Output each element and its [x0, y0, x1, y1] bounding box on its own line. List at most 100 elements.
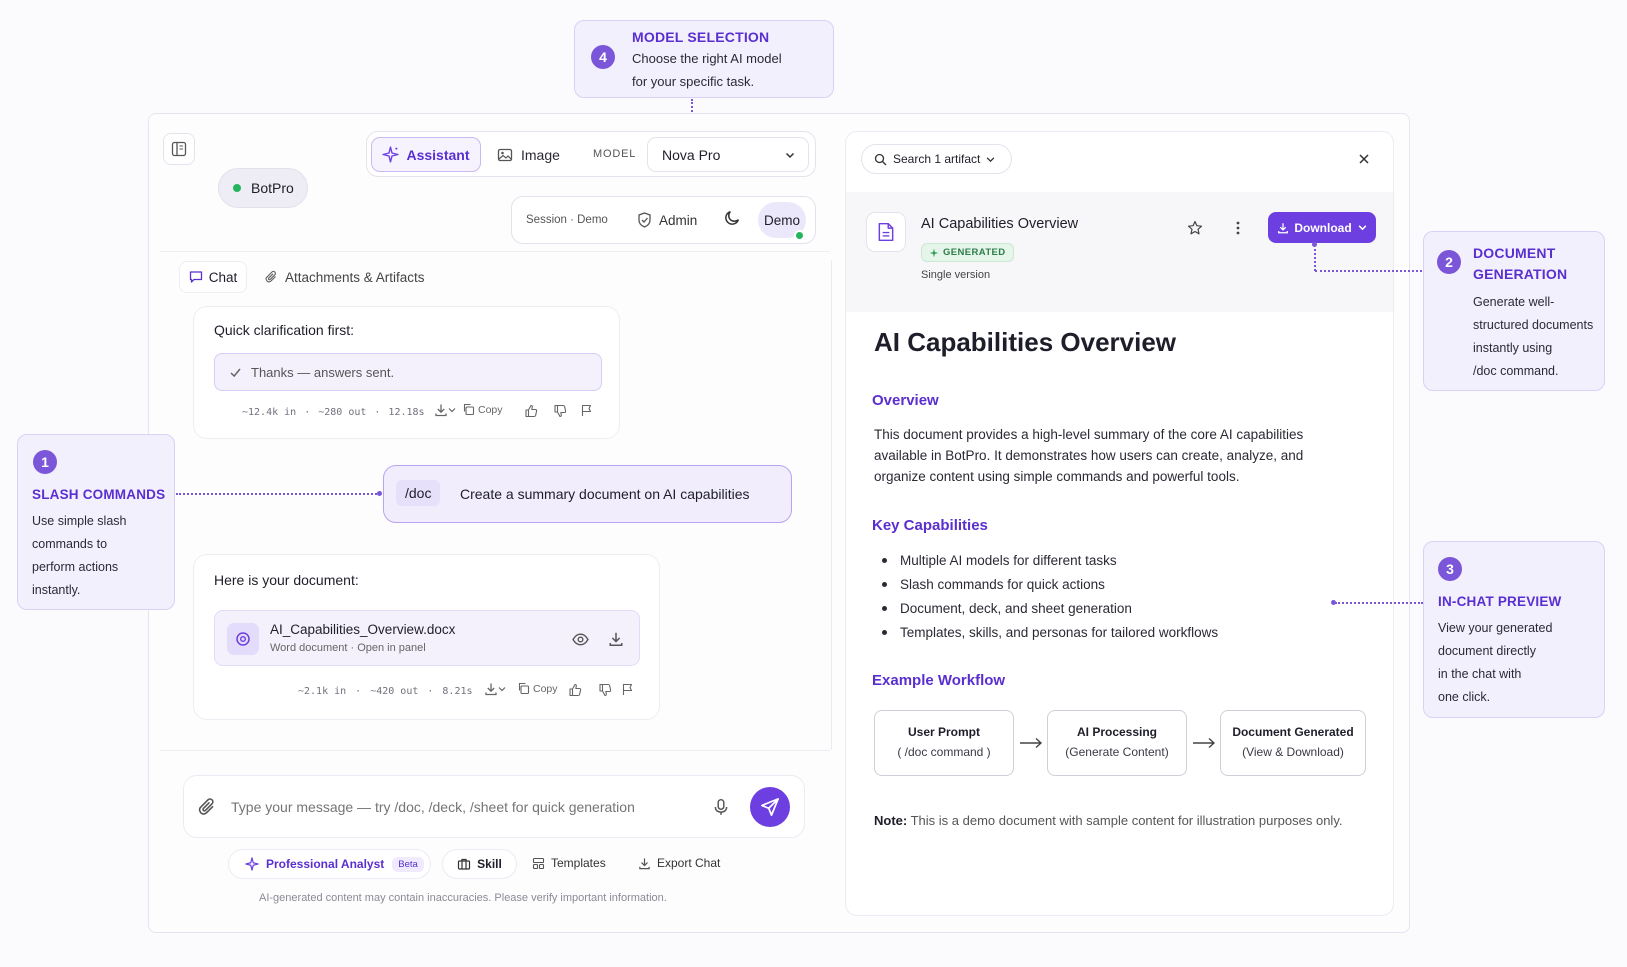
copy-icon	[463, 403, 475, 416]
attach-icon[interactable]	[198, 797, 218, 817]
download-menu-button[interactable]	[484, 682, 506, 696]
workflow-step-title: Document Generated	[1232, 725, 1354, 739]
user-demo-label: Demo	[763, 212, 800, 228]
flag-icon[interactable]	[580, 404, 593, 417]
callout-document-generation: 2 DOCUMENT GENERATION Generate well- str…	[1423, 231, 1605, 391]
theme-toggle-button[interactable]	[724, 209, 744, 229]
tokens-out: ~420 out	[370, 685, 419, 697]
sidebar-toggle-button[interactable]	[163, 133, 195, 165]
meta-separator: ·	[427, 685, 434, 697]
mode-image-button[interactable]: Image	[497, 137, 572, 172]
connector-dot	[1312, 242, 1317, 247]
callout-title: MODEL SELECTION	[632, 29, 770, 45]
workflow-step-title: AI Processing	[1076, 725, 1158, 739]
flag-icon[interactable]	[621, 683, 634, 696]
callout-desc: /doc command.	[1473, 364, 1559, 378]
callout-desc: Generate well-	[1473, 295, 1555, 309]
section-heading-overview: Overview	[872, 392, 939, 409]
admin-label: Admin	[659, 212, 698, 228]
tab-attachments[interactable]: Attachments & Artifacts	[265, 261, 425, 293]
meta-separator: ·	[304, 406, 311, 418]
workflow-step: Document Generated (View & Download)	[1220, 710, 1366, 776]
model-select[interactable]: Nova Pro	[647, 137, 809, 172]
assistant-message-card: Quick clarification first: Thanks — answ…	[193, 306, 620, 439]
chat-bubble-icon	[189, 271, 202, 283]
list-item: Multiple AI models for different tasks	[882, 548, 1218, 572]
workflow-step-sub: ( /doc command )	[897, 745, 991, 759]
download-button[interactable]: Download	[1268, 212, 1376, 243]
template-icon	[532, 857, 545, 869]
send-button[interactable]	[750, 787, 790, 827]
export-chat-label: Export Chat	[657, 856, 721, 870]
slash-command-chip: /doc	[396, 480, 441, 506]
arrow-right-icon	[1020, 737, 1043, 749]
meta-separator: ·	[355, 685, 362, 697]
note-label: Note:	[874, 813, 908, 828]
connector-line	[1315, 270, 1422, 272]
thumbs-up-icon[interactable]	[524, 404, 538, 418]
section-heading-capabilities: Key Capabilities	[872, 517, 988, 534]
microphone-icon[interactable]	[712, 798, 730, 816]
chevron-down-icon	[448, 408, 456, 413]
artifact-file-icon	[866, 212, 906, 252]
eye-icon[interactable]	[572, 631, 589, 648]
file-meta: Word document · Open in panel	[270, 642, 426, 654]
mode-assistant-button[interactable]: Assistant	[371, 137, 481, 172]
copy-button[interactable]: Copy	[517, 682, 558, 695]
thumbs-down-icon[interactable]	[553, 404, 567, 418]
chevron-down-icon	[498, 687, 506, 692]
thumbs-down-icon[interactable]	[598, 683, 612, 697]
thumbs-up-icon[interactable]	[568, 683, 582, 697]
list-item-text: Templates, skills, and personas for tail…	[900, 624, 1219, 640]
callout-desc: structured documents	[1473, 318, 1594, 332]
copy-label: Copy	[533, 682, 558, 695]
callout-desc: View your generated	[1438, 621, 1553, 635]
admin-button[interactable]: Admin	[637, 209, 697, 231]
workflow-step-sub: (View & Download)	[1242, 745, 1344, 759]
download-icon	[639, 857, 650, 869]
templates-button[interactable]: Templates	[532, 856, 606, 870]
connector-line	[1314, 244, 1316, 271]
export-chat-button[interactable]: Export Chat	[638, 856, 720, 870]
status-badge-label: GENERATED	[943, 247, 1006, 258]
tokens-out: ~280 out	[318, 406, 367, 418]
moon-icon	[725, 210, 740, 225]
copy-button[interactable]: Copy	[462, 403, 503, 416]
search-icon	[874, 153, 887, 165]
message-input[interactable]	[231, 795, 691, 819]
callout-model-selection: 4 MODEL SELECTION Choose the right AI mo…	[574, 20, 834, 98]
list-item-text: Document, deck, and sheet generation	[900, 600, 1132, 616]
message-text: Quick clarification first:	[214, 322, 355, 338]
more-options-icon[interactable]	[1235, 220, 1241, 236]
response-time: 8.21s	[442, 685, 473, 697]
workspace-badge[interactable]: BotPro	[218, 168, 308, 208]
copy-icon	[518, 682, 530, 695]
close-icon[interactable]	[1358, 153, 1370, 165]
briefcase-icon	[458, 858, 471, 870]
download-icon	[435, 404, 447, 417]
persona-button[interactable]: Professional Analyst Beta	[228, 849, 431, 879]
beta-badge: Beta	[392, 856, 424, 872]
callout-title: DOCUMENT	[1473, 245, 1556, 261]
composer-divider	[160, 750, 830, 751]
file-attachment-card[interactable]: AI_Capabilities_Overview.docx Word docum…	[214, 610, 640, 666]
document-note: Note: This is a demo document with sampl…	[874, 813, 1342, 828]
section-heading-workflow: Example Workflow	[872, 672, 1006, 689]
list-item-text: Slash commands for quick actions	[900, 576, 1105, 592]
connector-line	[1335, 602, 1423, 604]
tokens-in: ~2.1k in	[298, 685, 347, 697]
artifact-search-button[interactable]: Search 1 artifact	[861, 144, 1012, 174]
chevron-down-icon	[1358, 225, 1367, 231]
download-label: Download	[1294, 220, 1352, 235]
user-message-bubble: /doc Create a summary document on AI cap…	[383, 465, 792, 523]
connector-dot	[377, 491, 382, 496]
callout-title: IN-CHAT PREVIEW	[1438, 594, 1562, 609]
star-icon[interactable]	[1187, 220, 1203, 236]
status-badge: GENERATED	[921, 243, 1014, 262]
callout-desc: document directly	[1438, 644, 1536, 658]
skill-button[interactable]: Skill	[442, 849, 517, 879]
download-menu-button[interactable]	[434, 403, 456, 417]
disclaimer-text: AI-generated content may contain inaccur…	[259, 892, 667, 904]
download-icon[interactable]	[608, 631, 624, 647]
tab-chat[interactable]: Chat	[179, 261, 247, 293]
